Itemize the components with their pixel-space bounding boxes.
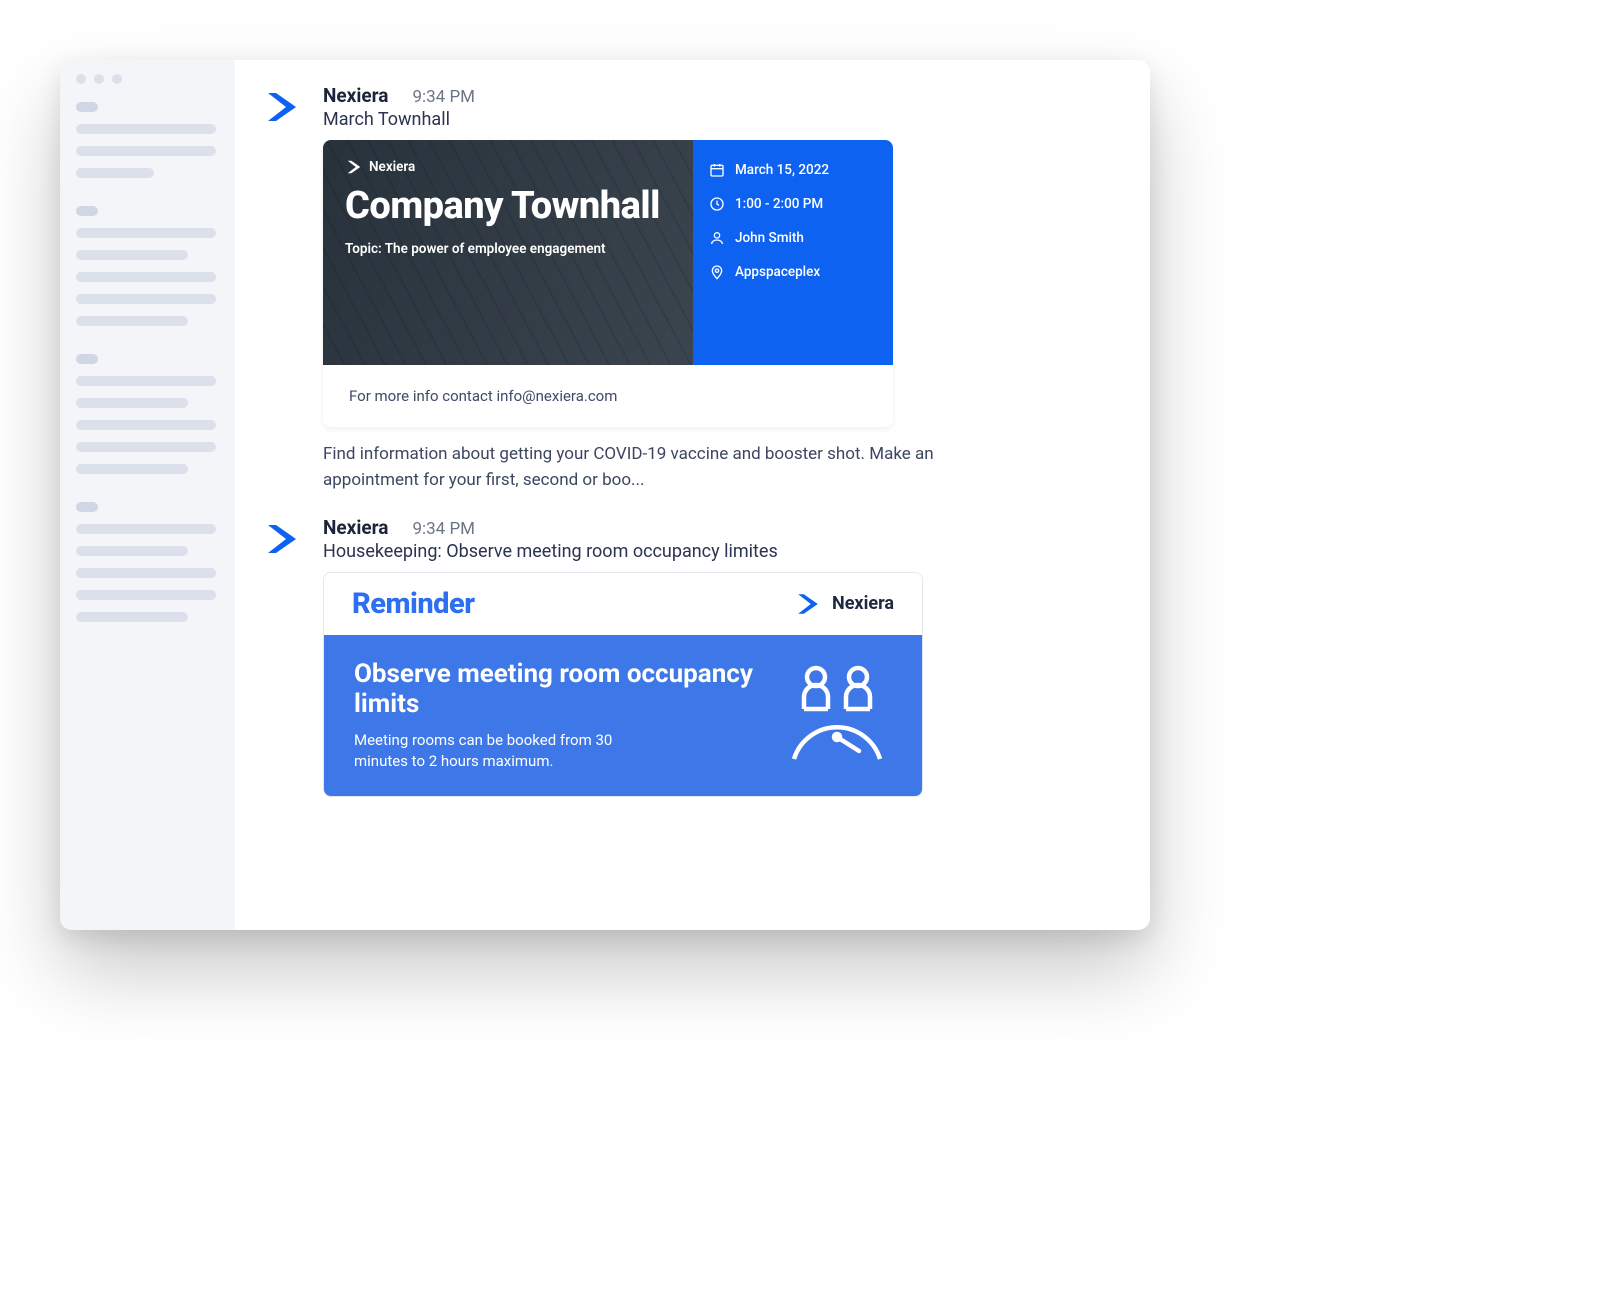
meta-host-value: John Smith xyxy=(735,230,804,246)
card-heading: Company Townhall xyxy=(345,186,671,227)
location-icon xyxy=(709,264,725,280)
card-hero: Nexiera Company Townhall Topic: The powe… xyxy=(323,140,693,365)
nexiera-logo-icon xyxy=(262,87,302,127)
card-brand: Nexiera xyxy=(345,158,671,176)
person-icon xyxy=(709,230,725,246)
avatar xyxy=(259,84,305,130)
nexiera-logo-icon xyxy=(262,519,302,559)
meta-location-value: Appspaceplex xyxy=(735,264,820,280)
reminder-header: Reminder Nexiera xyxy=(324,573,922,635)
card-footer: For more info contact info@nexiera.com xyxy=(323,365,893,427)
meta-time: 1:00 - 2:00 PM xyxy=(709,196,877,212)
reminder-heading: Observe meeting room occupancy limits xyxy=(354,659,762,720)
clock-icon xyxy=(709,196,725,212)
card-meta-panel: March 15, 2022 1:00 - 2:00 PM John Smith xyxy=(693,140,893,365)
meta-date-value: March 15, 2022 xyxy=(735,162,829,178)
meta-date: March 15, 2022 xyxy=(709,162,877,178)
post-author: Nexiera xyxy=(323,84,388,107)
reminder-brand: Nexiera xyxy=(794,590,894,618)
feed-post: Nexiera 9:34 PM March Townhall Nexiera C… xyxy=(259,84,1110,494)
calendar-icon xyxy=(709,162,725,178)
meta-time-value: 1:00 - 2:00 PM xyxy=(735,196,823,212)
window-controls[interactable] xyxy=(76,74,219,84)
sidebar-section xyxy=(76,102,219,178)
meta-host: John Smith xyxy=(709,230,877,246)
occupancy-icon xyxy=(782,659,892,769)
post-description: Find information about getting your COVI… xyxy=(323,441,963,494)
sidebar-section xyxy=(76,354,219,474)
sidebar-section xyxy=(76,206,219,326)
post-title: March Townhall xyxy=(323,109,1110,130)
sidebar-section xyxy=(76,502,219,622)
post-header: Nexiera 9:34 PM xyxy=(323,516,1110,539)
nexiera-logo-icon xyxy=(345,158,363,176)
reminder-brand-label: Nexiera xyxy=(832,593,894,614)
post-author: Nexiera xyxy=(323,516,388,539)
meta-location: Appspaceplex xyxy=(709,264,877,280)
message-feed[interactable]: Nexiera 9:34 PM March Townhall Nexiera C… xyxy=(235,60,1150,930)
reminder-label: Reminder xyxy=(352,587,475,621)
card-topic: Topic: The power of employee engagement xyxy=(345,241,671,257)
card-brand-label: Nexiera xyxy=(369,159,415,175)
sidebar xyxy=(60,60,235,930)
reminder-subtext: Meeting rooms can be booked from 30 minu… xyxy=(354,730,654,772)
post-header: Nexiera 9:34 PM xyxy=(323,84,1110,107)
post-timestamp: 9:34 PM xyxy=(412,519,475,539)
reminder-body: Observe meeting room occupancy limits Me… xyxy=(324,635,922,796)
feed-post: Nexiera 9:34 PM Housekeeping: Observe me… xyxy=(259,516,1110,797)
post-timestamp: 9:34 PM xyxy=(412,87,475,107)
post-title: Housekeeping: Observe meeting room occup… xyxy=(323,541,1110,562)
app-window: Nexiera 9:34 PM March Townhall Nexiera C… xyxy=(60,60,1150,930)
reminder-card[interactable]: Reminder Nexiera Observe meeting room oc… xyxy=(323,572,923,797)
townhall-card[interactable]: Nexiera Company Townhall Topic: The powe… xyxy=(323,140,893,427)
nexiera-logo-icon xyxy=(794,590,822,618)
avatar xyxy=(259,516,305,562)
